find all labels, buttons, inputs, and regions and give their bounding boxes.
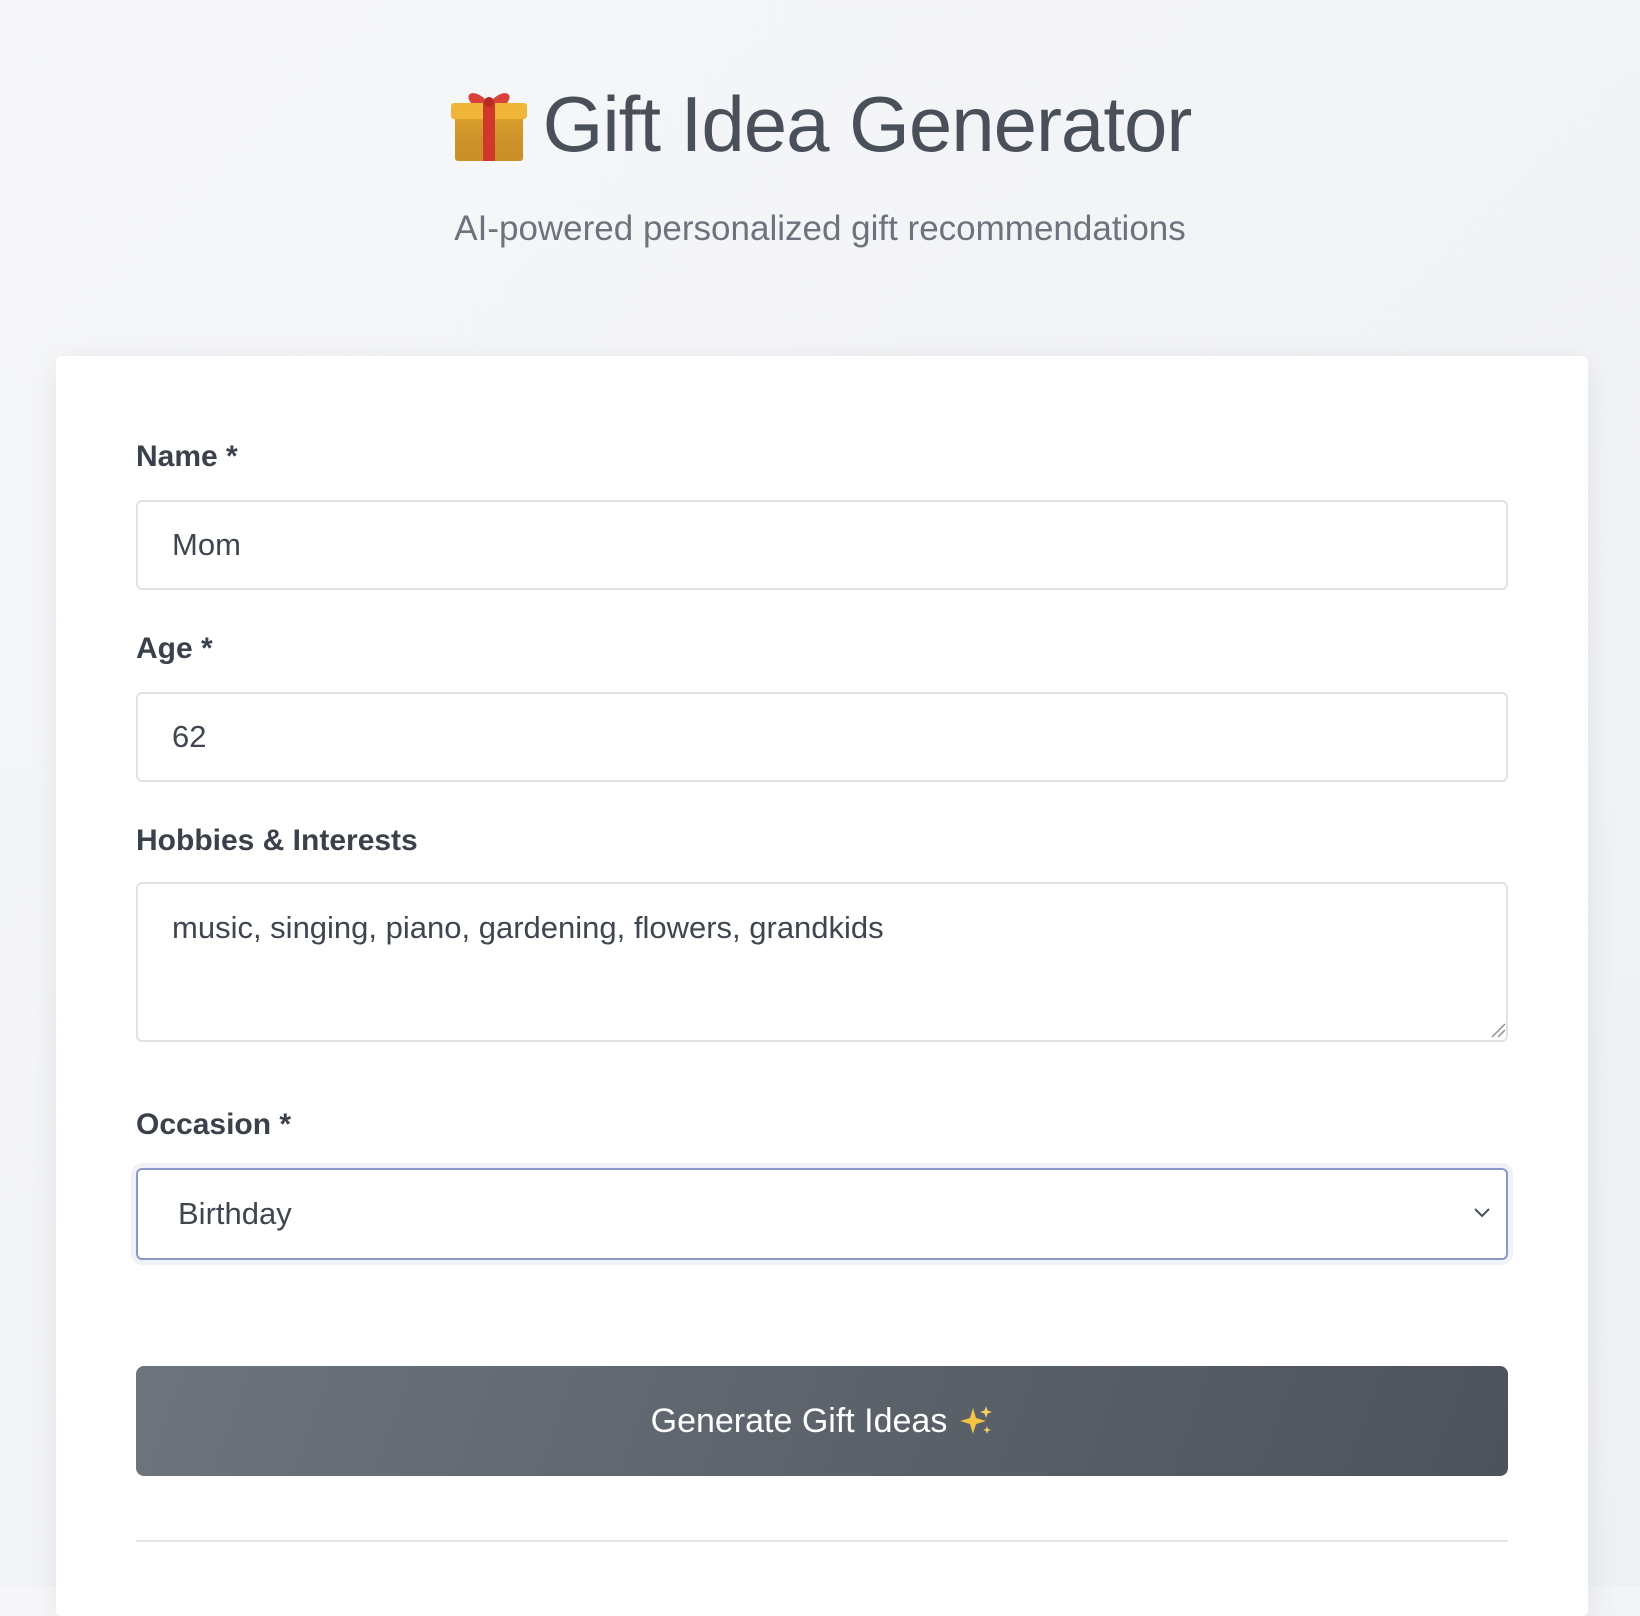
chevron-down-icon xyxy=(1474,1208,1490,1218)
occasion-select[interactable]: Birthday xyxy=(136,1168,1508,1260)
resize-grip-icon[interactable] xyxy=(1490,1022,1506,1038)
hobbies-label: Hobbies & Interests xyxy=(136,824,418,857)
name-input[interactable] xyxy=(136,500,1508,590)
hobbies-field-wrap: music, singing, piano, gardening, flower… xyxy=(56,882,1588,1042)
sparkles-icon xyxy=(960,1406,993,1434)
page-title: Gift Idea Generator xyxy=(542,80,1193,168)
age-label: Age * xyxy=(136,632,213,665)
age-input[interactable] xyxy=(136,692,1508,782)
title-row: Gift Idea Generator xyxy=(0,78,1640,170)
page-subtitle: AI-powered personalized gift recommendat… xyxy=(454,209,1186,248)
hobbies-textarea[interactable]: music, singing, piano, gardening, flower… xyxy=(136,882,1508,1042)
gift-form-card: Name * Age * Hobbies & Interests music, … xyxy=(56,356,1588,1616)
occasion-selected-value: Birthday xyxy=(178,1196,292,1231)
generate-gift-ideas-button[interactable]: Generate Gift Ideas xyxy=(136,1366,1508,1476)
occasion-label: Occasion * xyxy=(136,1108,292,1141)
name-label: Name * xyxy=(136,440,238,473)
gift-icon xyxy=(450,93,527,161)
generate-button-label: Generate Gift Ideas xyxy=(650,1401,948,1440)
section-divider xyxy=(136,1540,1508,1542)
